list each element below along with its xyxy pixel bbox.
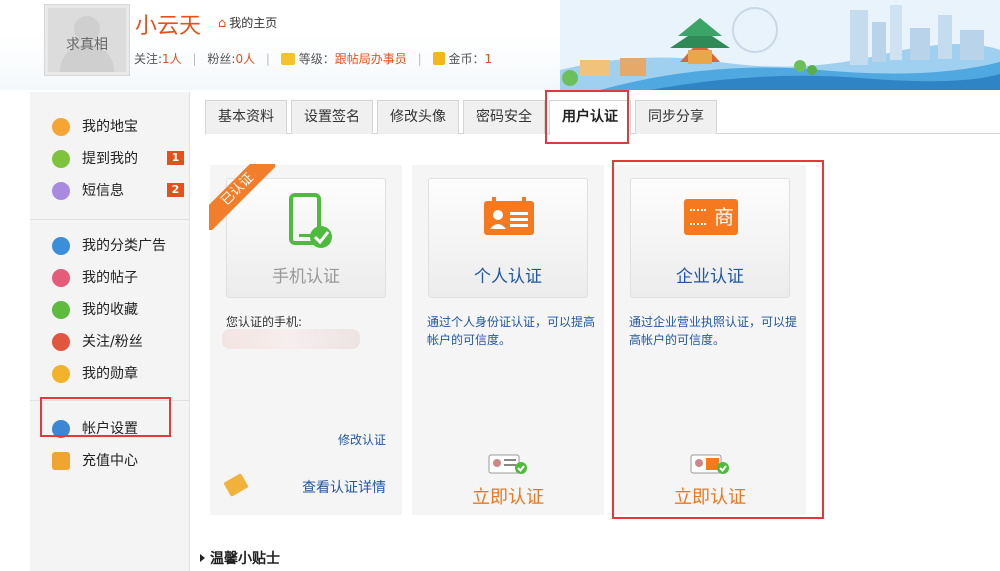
sidebar: 我的地宝 提到我的 1 短信息 2 我的分类广告 我的帖子 我的收藏 关注/粉丝: [30, 92, 190, 571]
user-stats: 关注:1人 | 粉丝:0人 | 等级：跟帖局办事员 | 金币：1: [134, 50, 492, 67]
divider: |: [265, 52, 270, 66]
sidebar-item-medals[interactable]: 我的勋章: [30, 358, 189, 390]
medal-icon: [52, 365, 70, 383]
username: 小云天: [135, 14, 202, 39]
tips-heading: 温馨小贴士: [200, 548, 280, 568]
fans-count[interactable]: 0人: [235, 52, 255, 66]
coin-value: 1: [484, 52, 493, 66]
certificate-icon: [223, 473, 249, 497]
sidebar-item-label: 充值中心: [82, 453, 138, 469]
home-link[interactable]: ⌂ 我的主页: [218, 14, 277, 31]
verified-phone-label: 您认证的手机:: [226, 315, 303, 329]
sidebar-item-recharge[interactable]: 充值中心: [30, 445, 189, 477]
users-icon: [52, 333, 70, 351]
profile-header: 求真相 小云天 ⌂ 我的主页 关注:1人 | 粉丝:0人 | 等级：跟帖局办事员 …: [0, 0, 1000, 90]
coin-label: 金币：: [448, 52, 485, 66]
home-link-label: 我的主页: [229, 16, 278, 30]
coin-icon: [432, 52, 445, 65]
at-icon: [52, 150, 70, 168]
home-icon: [52, 118, 70, 136]
sidebar-item-label: 关注/粉丝: [82, 334, 143, 350]
follow-label: 关注:: [134, 52, 163, 66]
sidebar-item-follow-fans[interactable]: 关注/粉丝: [30, 326, 189, 358]
sidebar-item-label: 我的地宝: [82, 119, 138, 135]
personal-verify-button[interactable]: 立即认证: [412, 483, 604, 509]
star-icon: [52, 301, 70, 319]
sidebar-item-label: 我的帖子: [82, 270, 138, 286]
id-badge-small-icon: [488, 454, 527, 474]
sidebar-item-favorites[interactable]: 我的收藏: [30, 294, 189, 326]
tab-sync-share[interactable]: 同步分享: [635, 100, 717, 134]
tips-title: 温馨小贴士: [210, 551, 280, 567]
phone-card-title: 手机认证: [272, 267, 340, 287]
phone-verified-icon: [289, 193, 332, 248]
sidebar-item-my-dibao[interactable]: 我的地宝: [30, 111, 189, 143]
home-icon: ⌂: [218, 16, 227, 31]
sidebar-item-classified-ads[interactable]: 我的分类广告: [30, 230, 189, 262]
sidebar-item-label: 短信息: [82, 183, 124, 199]
sidebar-item-label: 提到我的: [82, 151, 138, 167]
verified-ribbon: 已认证: [209, 164, 275, 230]
tab-basic-info[interactable]: 基本资料: [205, 100, 287, 134]
crown-icon: [280, 53, 295, 65]
personal-card-description: 通过个人身份证认证，可以提高帐户的可信度。: [427, 315, 596, 347]
phone-verification-card: 手机认证 已认证 您认证的手机: 修改认证 查看认证详情: [209, 164, 402, 515]
avatar[interactable]: 求真相: [44, 4, 130, 76]
tab-signature[interactable]: 设置签名: [291, 100, 373, 134]
verified-ribbon-label: 已认证: [209, 164, 275, 230]
mention-count-badge: 1: [167, 151, 184, 165]
level-value[interactable]: 跟帖局办事员: [335, 52, 407, 66]
tab-avatar[interactable]: 修改头像: [377, 100, 459, 134]
avatar-text: 求真相: [66, 37, 108, 53]
divider: |: [417, 52, 422, 66]
list-icon: [52, 237, 70, 255]
sidebar-item-messages[interactable]: 短信息 2: [30, 175, 189, 207]
message-count-badge: 2: [167, 183, 184, 197]
highlight-enterprise-card: [612, 160, 824, 519]
divider: |: [192, 52, 197, 66]
personal-card-box[interactable]: 个人认证: [428, 178, 588, 298]
personal-verification-card: 个人认证 通过个人身份证认证，可以提高帐户的可信度。 立即认证: [412, 165, 604, 515]
sidebar-item-label: 我的分类广告: [82, 238, 166, 254]
tab-password[interactable]: 密码安全: [463, 100, 545, 134]
view-verification-details-link[interactable]: 查看认证详情: [302, 477, 386, 497]
sidebar-item-label: 我的收藏: [82, 302, 138, 318]
sidebar-item-my-posts[interactable]: 我的帖子: [30, 262, 189, 294]
avatar-placeholder: 求真相: [48, 8, 126, 72]
modify-verification-link[interactable]: 修改认证: [338, 431, 386, 448]
sidebar-item-label: 我的勋章: [82, 366, 138, 382]
city-banner-illustration: [560, 0, 1000, 90]
personal-card-title: 个人认证: [474, 267, 542, 287]
triangle-right-icon: [200, 554, 205, 562]
id-card-icon: [484, 197, 534, 235]
highlight-account-settings: [40, 397, 171, 437]
follow-count[interactable]: 1人: [162, 52, 182, 66]
masked-phone-number: [222, 329, 360, 349]
post-icon: [52, 269, 70, 287]
mail-icon: [52, 182, 70, 200]
wallet-icon: [52, 452, 70, 470]
level-label: 等级：: [298, 52, 335, 66]
fans-label: 粉丝:: [207, 52, 236, 66]
highlight-user-verification-tab: [545, 90, 629, 144]
sidebar-item-mentions[interactable]: 提到我的 1: [30, 143, 189, 175]
